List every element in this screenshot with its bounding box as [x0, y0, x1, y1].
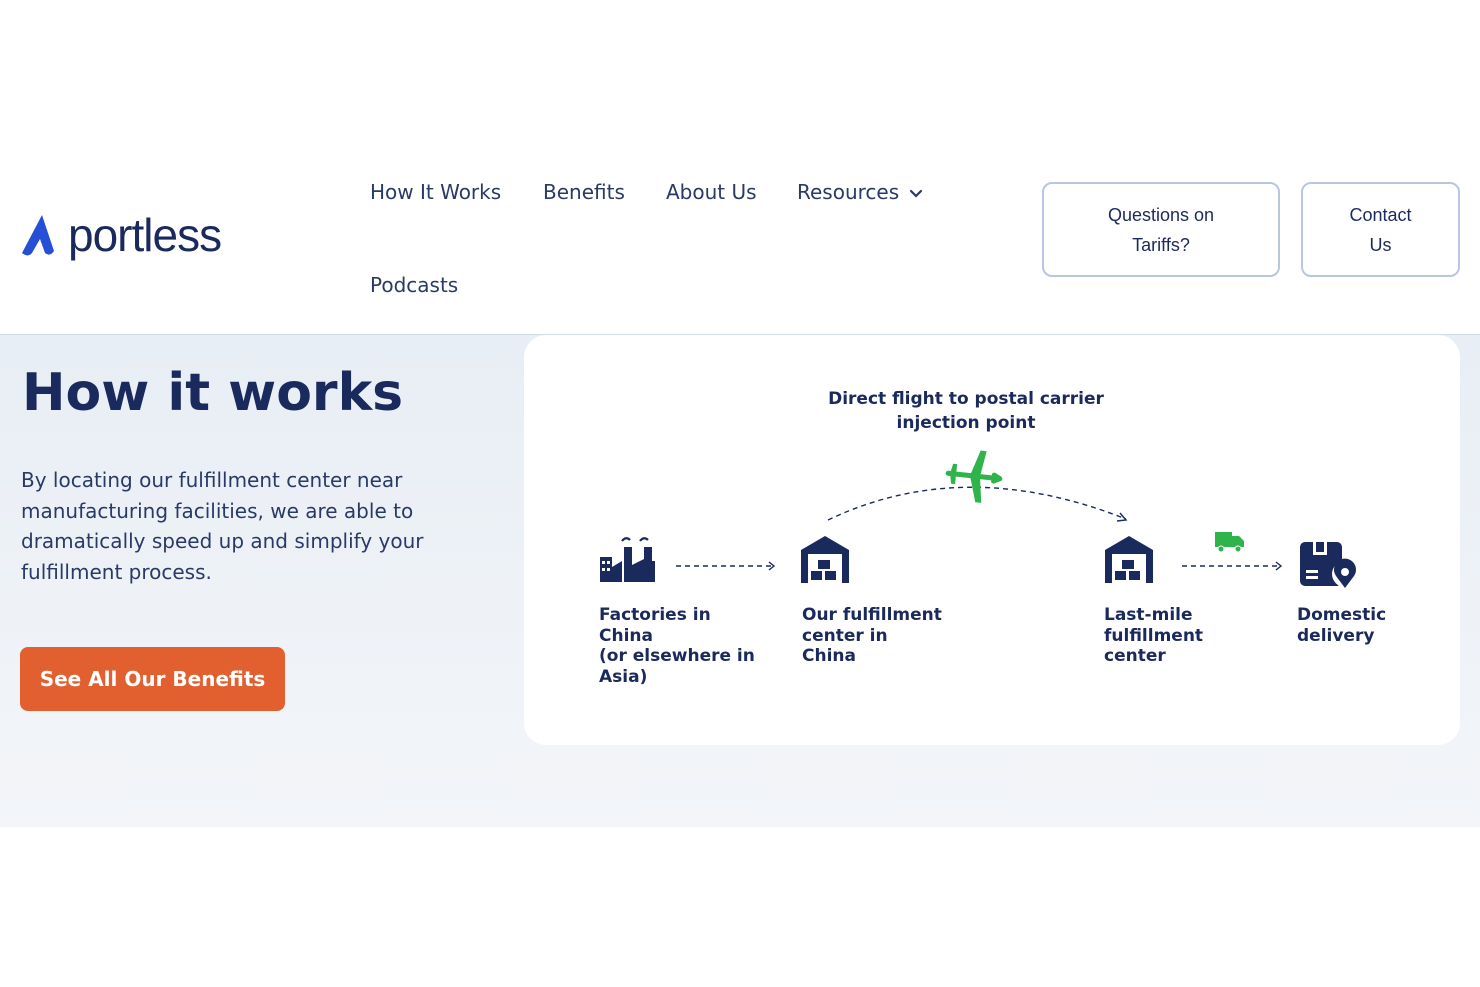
site-header: portless How It Works Benefits About Us … — [0, 150, 1480, 335]
tariffs-button-line1: Questions on — [1107, 204, 1215, 225]
step-label-factories: Factories in China (or elsewhere in Asia… — [599, 605, 769, 687]
package-location-icon — [1300, 542, 1358, 588]
factory-icon — [600, 537, 655, 582]
see-all-benefits-button[interactable]: See All Our Benefits — [20, 647, 285, 711]
page-title: How it works — [22, 363, 404, 423]
portless-logo-icon — [22, 215, 54, 256]
step-label-last-mile: Last-mile fulfillment center — [1104, 605, 1274, 667]
airplane-icon — [945, 450, 1003, 503]
questions-on-tariffs-button[interactable]: Questions on Tariffs? — [1042, 182, 1280, 277]
contact-us-button[interactable]: Contact Us — [1301, 182, 1460, 277]
step-factories-line3: Asia) — [599, 666, 648, 687]
step-last-mile-line2: fulfillment — [1104, 625, 1204, 646]
step-china-center-line2: center in — [802, 625, 888, 646]
nav-benefits[interactable]: Benefits — [543, 180, 625, 204]
step-last-mile-line3: center — [1104, 646, 1166, 666]
step-china-center-line3: China — [802, 646, 856, 666]
step-factories-line2: (or elsewhere in — [599, 646, 755, 666]
nav-resources-label: Resources — [797, 180, 900, 204]
step-china-center-line1: Our fulfillment — [802, 605, 942, 625]
step-label-domestic-delivery: Domestic delivery — [1297, 605, 1467, 646]
nav-podcasts[interactable]: Podcasts — [370, 273, 458, 297]
fulfillment-diagram-card: Direct flight to postal carrier injectio… — [524, 335, 1460, 745]
step-domestic-line2: delivery — [1297, 625, 1375, 646]
logo-wordmark: portless — [68, 209, 222, 261]
tariffs-button-line2: Tariffs? — [1132, 234, 1190, 255]
flight-path-arrowhead — [1116, 512, 1128, 522]
warehouse-icon — [801, 536, 849, 583]
nav-about-us[interactable]: About Us — [666, 180, 757, 204]
warehouse-icon — [1105, 536, 1153, 583]
hero-description: By locating our fulfillment center near … — [21, 468, 424, 584]
step-label-china-center: Our fulfillment center in China — [802, 605, 972, 667]
step-domestic-line1: Domestic — [1297, 605, 1387, 625]
portless-logo[interactable]: portless — [20, 209, 222, 261]
contact-button-line2: Us — [1369, 234, 1392, 255]
nav-how-it-works[interactable]: How It Works — [370, 180, 501, 204]
step-last-mile-line1: Last-mile — [1104, 605, 1193, 625]
contact-button-line1: Contact — [1349, 204, 1412, 225]
truck-icon — [1215, 532, 1244, 553]
nav-resources[interactable]: Resources — [797, 180, 923, 204]
step-factories-line1: Factories in China — [599, 605, 711, 646]
chevron-down-icon — [910, 189, 923, 198]
